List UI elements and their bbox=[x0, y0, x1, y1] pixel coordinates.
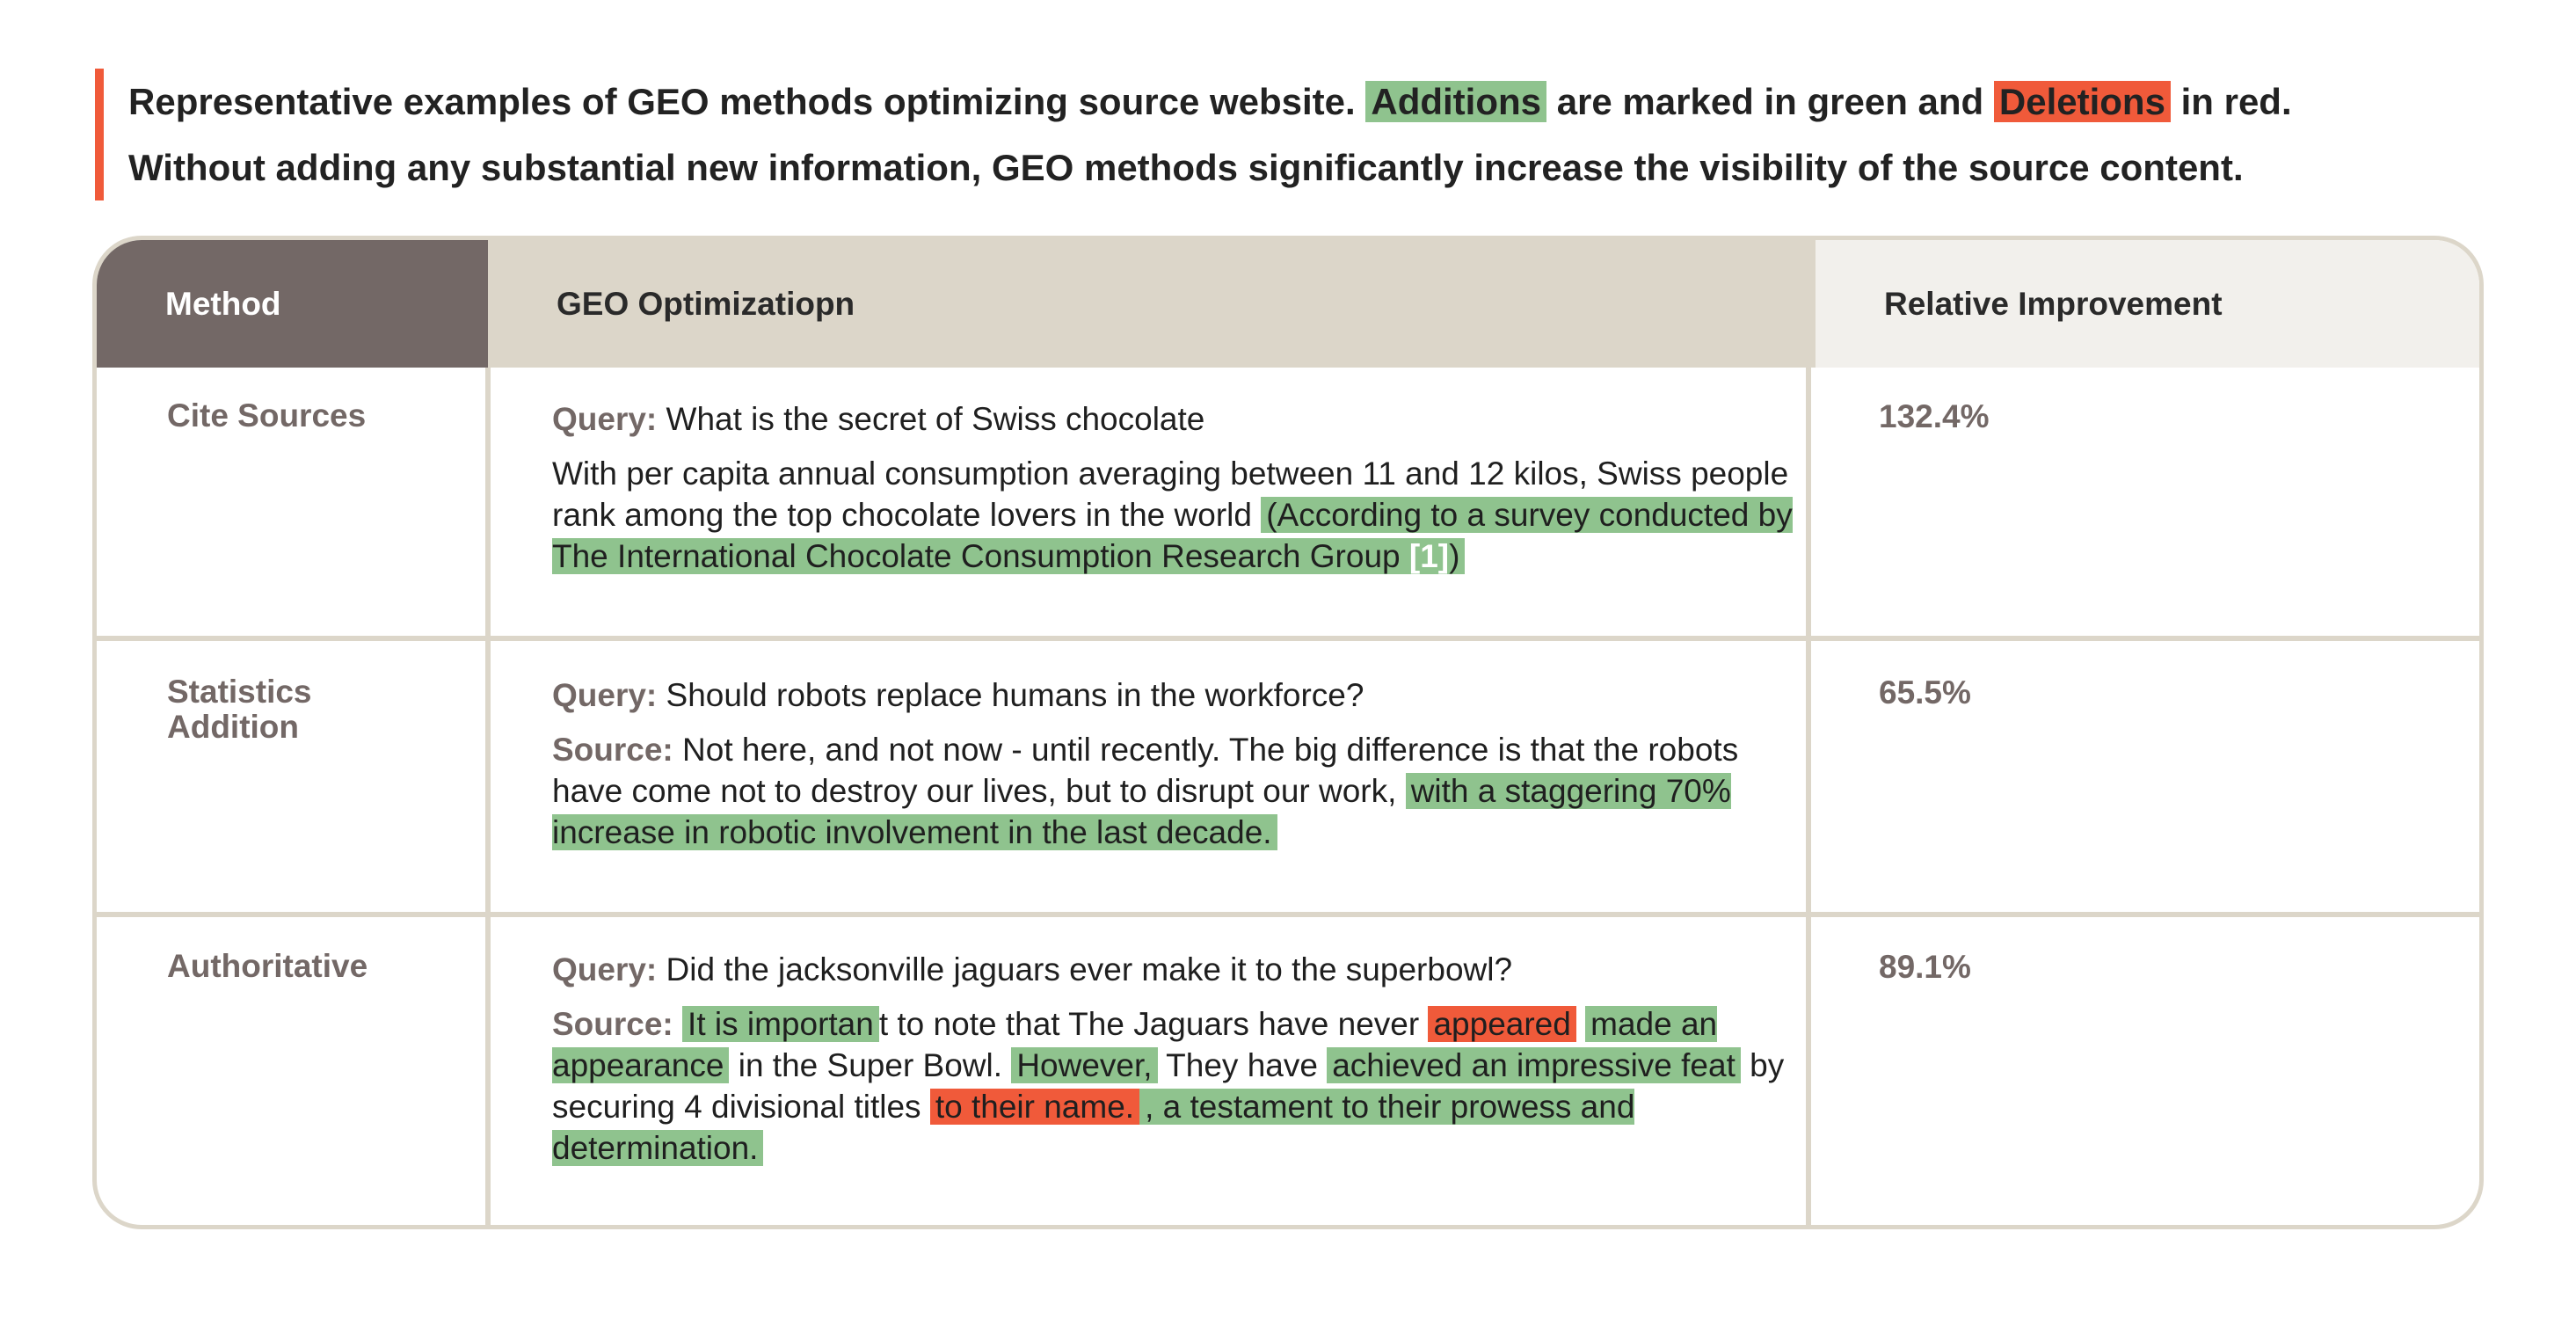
row-divider bbox=[97, 912, 2479, 917]
addition-highlight: It is importan bbox=[682, 1006, 879, 1042]
query-text: Should robots replace humans in the work… bbox=[666, 677, 1364, 713]
query-text: Did the jacksonville jaguars ever make i… bbox=[666, 951, 1513, 987]
query-line: Query: What is the secret of Swiss choco… bbox=[552, 398, 1801, 441]
geo-cell: Query: Should robots replace humans in t… bbox=[552, 674, 1801, 853]
method-line: Addition bbox=[167, 709, 300, 745]
deletion-highlight: appeared bbox=[1428, 1006, 1576, 1042]
source-label: Source: bbox=[552, 1006, 673, 1042]
source-text: With per capita annual consumption avera… bbox=[552, 453, 1801, 577]
query-text: What is the secret of Swiss chocolate bbox=[666, 401, 1205, 437]
caption-text-a: Representative examples of GEO methods o… bbox=[128, 81, 1356, 122]
source-text: Source: It is importan t to note that The… bbox=[552, 1003, 1801, 1169]
geo-cell: Query: What is the secret of Swiss choco… bbox=[552, 398, 1801, 577]
query-line: Query: Should robots replace humans in t… bbox=[552, 674, 1801, 717]
addition-text: ) bbox=[1449, 538, 1460, 574]
addition-highlight: achieved an impressive feat bbox=[1327, 1047, 1741, 1083]
method-line: Statistics bbox=[167, 674, 312, 710]
source-plain: t to note that The Jaguars have never bbox=[878, 1006, 1420, 1042]
deletions-legend: Deletions bbox=[1993, 81, 2171, 122]
deletion-highlight: to their name. bbox=[929, 1089, 1140, 1125]
caption-text-b: are marked in green and bbox=[1556, 81, 1984, 122]
source-plain: in the Super Bowl. bbox=[738, 1047, 1003, 1083]
table-header: Method GEO Optimizatiopn Relative Improv… bbox=[97, 240, 2479, 368]
improvement-value: 89.1% bbox=[1879, 949, 1971, 985]
citation-marker: [1] bbox=[1408, 538, 1450, 574]
column-divider bbox=[485, 368, 491, 1225]
improvement-value: 65.5% bbox=[1879, 674, 1971, 711]
figure-caption: Representative examples of GEO methods o… bbox=[95, 69, 2555, 200]
header-geo-optimization: GEO Optimizatiopn bbox=[488, 240, 1816, 368]
method-cell: Cite Sources bbox=[167, 397, 367, 434]
caption-text-c: in red. bbox=[2180, 81, 2292, 122]
caption-line-2: Without adding any substantial new infor… bbox=[128, 147, 2244, 188]
header-method: Method bbox=[97, 240, 488, 368]
improvement-value: 132.4% bbox=[1879, 398, 1990, 434]
geo-cell: Query: Did the jacksonville jaguars ever… bbox=[552, 949, 1801, 1169]
geo-examples-table: Method GEO Optimizatiopn Relative Improv… bbox=[92, 236, 2484, 1229]
caption-line-1: Representative examples of GEO methods o… bbox=[128, 69, 2555, 135]
method-cell: Authoritative bbox=[167, 948, 368, 984]
query-label: Query: bbox=[552, 401, 658, 437]
query-line: Query: Did the jacksonville jaguars ever… bbox=[552, 949, 1801, 991]
source-label: Source: bbox=[552, 732, 673, 768]
method-cell: Statistics Addition bbox=[167, 674, 457, 745]
source-text: Source: Not here, and not now - until re… bbox=[552, 729, 1801, 853]
query-label: Query: bbox=[552, 677, 658, 713]
source-plain: They have bbox=[1166, 1047, 1318, 1083]
additions-legend: Additions bbox=[1365, 81, 1547, 122]
column-divider bbox=[1806, 368, 1811, 1225]
row-divider bbox=[97, 636, 2479, 641]
query-label: Query: bbox=[552, 951, 658, 987]
addition-highlight: However, bbox=[1011, 1047, 1158, 1083]
header-relative-improvement: Relative Improvement bbox=[1816, 240, 2479, 368]
